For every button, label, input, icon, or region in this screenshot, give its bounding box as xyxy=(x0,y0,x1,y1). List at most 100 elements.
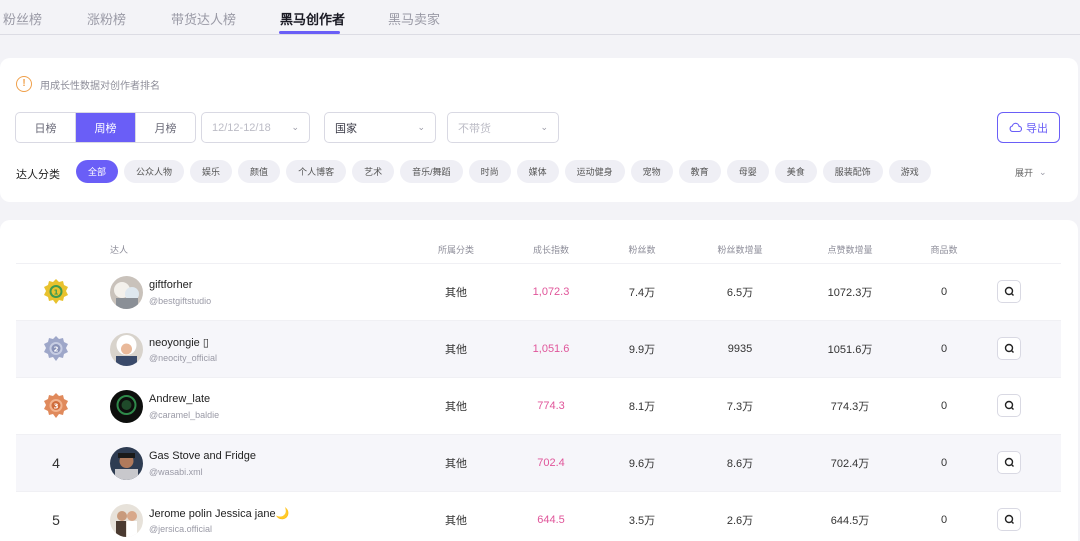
cell-likes-growth: 1051.6万 xyxy=(827,344,873,356)
chevron-down-icon: ⌄ xyxy=(1039,167,1047,177)
cell-growth-index: 1,072.3 xyxy=(532,286,570,298)
gold-medal-icon: 1 xyxy=(44,279,68,304)
date-range-select[interactable]: 12/12-12/18 ⌄ xyxy=(201,112,310,143)
search-icon xyxy=(1004,286,1014,296)
column-header-growth-index: 成长指数 xyxy=(532,245,570,255)
tab-fans-ranking[interactable]: 粉丝榜 xyxy=(3,9,42,28)
tab-sales-creator-ranking[interactable]: 带货达人榜 xyxy=(171,9,236,28)
category-chip-food[interactable]: 美食 xyxy=(774,160,817,183)
period-monthly-button[interactable]: 月榜 xyxy=(136,113,195,142)
chevron-down-icon: ⌄ xyxy=(540,122,548,132)
cell-products: 0 xyxy=(940,286,948,298)
cell-category: 其他 xyxy=(445,287,467,299)
cloud-download-icon xyxy=(1009,122,1022,133)
avatar[interactable] xyxy=(110,390,143,423)
table-row[interactable]: 5 Jerome polin Jessica jane🌙 @jersica.of… xyxy=(16,491,1061,541)
period-daily-button[interactable]: 日榜 xyxy=(16,113,76,142)
export-button-label: 导出 xyxy=(1026,122,1048,135)
search-icon xyxy=(1004,514,1014,524)
table-row[interactable]: 3 Andrew_late @caramel_baldie 其他 774.3 8… xyxy=(16,377,1061,434)
row-search-button[interactable] xyxy=(997,337,1021,360)
category-chip-blog[interactable]: 个人博客 xyxy=(286,160,347,183)
category-chip-education[interactable]: 教育 xyxy=(678,160,721,183)
table-row[interactable]: 2 neoyongie ▯ @neocity_official 其他 1,051… xyxy=(16,320,1061,377)
tab-dark-horse-seller[interactable]: 黑马卖家 xyxy=(388,9,440,28)
category-label: 达人分类 xyxy=(16,169,60,181)
medal-rank-number: 2 xyxy=(54,346,59,354)
cell-products: 0 xyxy=(940,400,948,412)
category-chip-fashion[interactable]: 时尚 xyxy=(468,160,511,183)
cell-growth-index: 1,051.6 xyxy=(532,343,570,355)
creator-handle: @bestgiftstudio xyxy=(149,296,212,306)
table-row[interactable]: 1 giftforher @bestgiftstudio 其他 1,072.3 … xyxy=(16,263,1061,320)
cell-likes-growth: 1072.3万 xyxy=(827,287,873,299)
country-select[interactable]: 国家 ⌄ xyxy=(324,112,436,143)
creator-name[interactable]: giftforher xyxy=(149,279,192,291)
creator-handle: @wasabi.xml xyxy=(149,467,203,477)
rank-number: 5 xyxy=(52,512,60,528)
creator-handle: @jersica.official xyxy=(149,524,212,534)
cell-category: 其他 xyxy=(445,515,467,527)
expand-label: 展开 xyxy=(1015,168,1034,178)
cell-likes-growth: 644.5万 xyxy=(830,515,870,527)
category-chip-looks[interactable]: 颜值 xyxy=(238,160,281,183)
top-tab-bar: 粉丝榜 涨粉榜 带货达人榜 黑马创作者 黑马卖家 xyxy=(0,0,1080,35)
search-icon xyxy=(1004,457,1014,467)
chevron-down-icon: ⌄ xyxy=(417,122,425,132)
avatar[interactable] xyxy=(110,447,143,480)
cell-products: 0 xyxy=(940,457,948,469)
export-button[interactable]: 导出 xyxy=(997,112,1060,143)
category-chip-apparel[interactable]: 服装配饰 xyxy=(822,160,883,183)
table-row[interactable]: 4 Gas Stove and Fridge @wasabi.xml 其他 70… xyxy=(16,434,1061,491)
cell-likes-growth: 774.3万 xyxy=(830,401,870,413)
column-header-likes-growth: 点赞数增量 xyxy=(827,245,873,255)
column-header-fans: 粉丝数 xyxy=(628,245,656,255)
category-chip-games[interactable]: 游戏 xyxy=(888,160,931,183)
cell-fans-growth: 7.3万 xyxy=(726,401,754,413)
avatar[interactable] xyxy=(110,333,143,366)
category-chip-entertainment[interactable]: 娱乐 xyxy=(190,160,233,183)
row-search-button[interactable] xyxy=(997,394,1021,417)
avatar[interactable] xyxy=(110,504,143,537)
category-chip-media[interactable]: 媒体 xyxy=(516,160,559,183)
row-search-button[interactable] xyxy=(997,451,1021,474)
tab-fans-growth-ranking[interactable]: 涨粉榜 xyxy=(87,9,126,28)
country-select-label: 国家 xyxy=(335,122,357,135)
search-icon xyxy=(1004,400,1014,410)
table-header: 达人 所属分类 成长指数 粉丝数 粉丝数增量 点赞数增量 商品数 xyxy=(0,220,1078,263)
row-search-button[interactable] xyxy=(997,508,1021,531)
period-weekly-button[interactable]: 周榜 xyxy=(76,113,136,142)
creator-name[interactable]: Jerome polin Jessica jane🌙 xyxy=(149,507,289,520)
expand-categories-button[interactable]: 展开 ⌄ xyxy=(1015,166,1047,179)
category-chip-pets[interactable]: 宠物 xyxy=(630,160,673,183)
bronze-medal-icon: 3 xyxy=(44,393,68,418)
cell-category: 其他 xyxy=(445,401,467,413)
category-chip-music-dance[interactable]: 音乐/舞蹈 xyxy=(400,160,463,183)
medal-rank-number: 3 xyxy=(54,403,59,411)
cell-fans-growth: 8.6万 xyxy=(726,458,754,470)
silver-medal-icon: 2 xyxy=(44,336,68,361)
sales-filter-select[interactable]: 不带货 ⌄ xyxy=(447,112,559,143)
sales-filter-label: 不带货 xyxy=(458,122,491,135)
creator-name[interactable]: Andrew_late xyxy=(149,393,210,405)
creator-name[interactable]: Gas Stove and Fridge xyxy=(149,450,256,462)
period-selector: 日榜 周榜 月榜 xyxy=(15,112,196,143)
category-chip-maternity[interactable]: 母婴 xyxy=(726,160,769,183)
category-chip-art[interactable]: 艺术 xyxy=(352,160,395,183)
creator-handle: @caramel_baldie xyxy=(149,410,220,420)
cell-fans: 8.1万 xyxy=(628,401,656,413)
column-header-products: 商品数 xyxy=(930,245,958,255)
row-search-button[interactable] xyxy=(997,280,1021,303)
cell-products: 0 xyxy=(940,343,948,355)
avatar[interactable] xyxy=(110,276,143,309)
cell-growth-index: 774.3 xyxy=(537,400,565,412)
cell-fans-growth: 9935 xyxy=(727,343,753,355)
category-chips: 全部 公众人物 娱乐 颜值 个人博客 艺术 音乐/舞蹈 时尚 媒体 运动健身 宠… xyxy=(76,160,931,183)
tab-dark-horse-creator[interactable]: 黑马创作者 xyxy=(280,9,345,28)
ranking-hint-text: 用成长性数据对创作者排名 xyxy=(40,80,160,92)
filter-panel: ! 用成长性数据对创作者排名 日榜 周榜 月榜 12/12-12/18 ⌄ 国家… xyxy=(0,58,1078,202)
category-chip-public-figure[interactable]: 公众人物 xyxy=(124,160,185,183)
category-chip-fitness[interactable]: 运动健身 xyxy=(564,160,625,183)
category-chip-all[interactable]: 全部 xyxy=(76,160,119,183)
creator-name[interactable]: neoyongie ▯ xyxy=(149,336,209,349)
